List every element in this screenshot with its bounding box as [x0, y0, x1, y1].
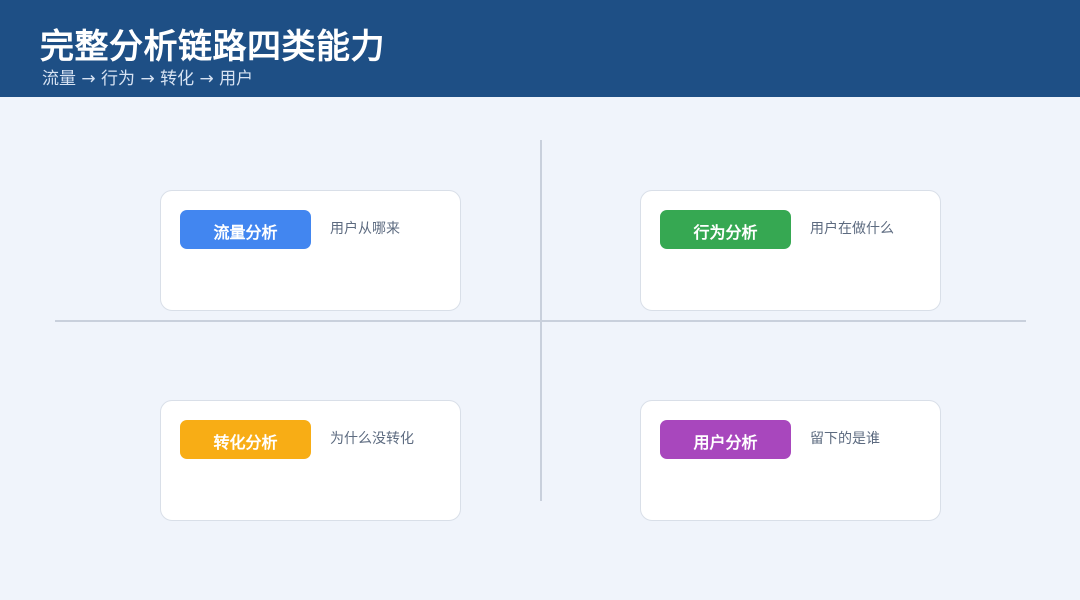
- user-analysis-tag: 用户分析: [660, 420, 791, 459]
- quadrant-card-user: 用户分析 留下的是谁: [640, 400, 941, 521]
- quadrant-card-traffic: 流量分析 用户从哪来: [160, 190, 461, 311]
- traffic-analysis-tag: 流量分析: [180, 210, 311, 249]
- page-subtitle: 流量 → 行为 → 转化 → 用户: [42, 69, 254, 89]
- behavior-analysis-description: 用户在做什么: [810, 221, 894, 237]
- user-analysis-description: 留下的是谁: [810, 431, 880, 447]
- traffic-analysis-description: 用户从哪来: [330, 221, 400, 237]
- page-title: 完整分析链路四类能力: [40, 27, 385, 67]
- conversion-analysis-tag: 转化分析: [180, 420, 311, 459]
- horizontal-axis-divider: [55, 320, 1026, 322]
- quadrant-card-behavior: 行为分析 用户在做什么: [640, 190, 941, 311]
- conversion-analysis-description: 为什么没转化: [330, 431, 414, 447]
- header-banner: 完整分析链路四类能力 流量 → 行为 → 转化 → 用户: [0, 0, 1080, 97]
- behavior-analysis-tag: 行为分析: [660, 210, 791, 249]
- quadrant-card-conversion: 转化分析 为什么没转化: [160, 400, 461, 521]
